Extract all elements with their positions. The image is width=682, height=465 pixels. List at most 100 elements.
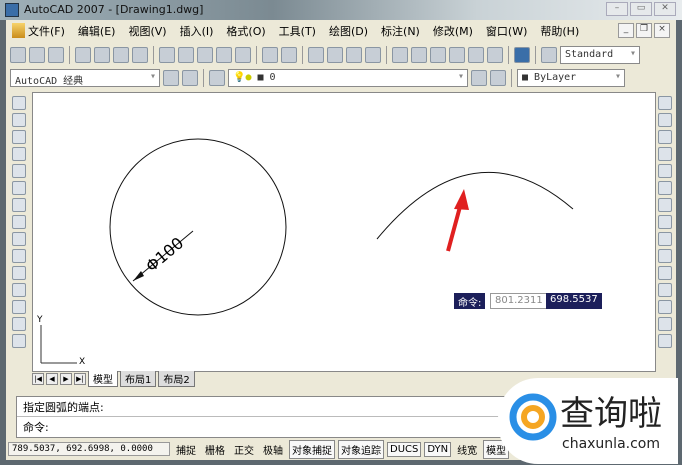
publish-icon[interactable] [113, 47, 129, 63]
workspace-select[interactable]: AutoCAD 经典 [10, 69, 160, 87]
rotate-icon[interactable] [658, 198, 672, 212]
arc-icon[interactable] [12, 181, 26, 195]
osnap-toggle[interactable]: 对象捕捉 [289, 439, 335, 459]
undo-icon[interactable] [262, 47, 278, 63]
snap-toggle[interactable]: 捕捉 [173, 440, 199, 459]
maximize-button[interactable]: ▭ [630, 2, 652, 16]
erase-icon[interactable] [658, 96, 672, 110]
point-icon[interactable] [12, 317, 26, 331]
lineweight-toggle[interactable]: 线宽 [454, 440, 480, 459]
block-editor-icon[interactable] [235, 47, 251, 63]
extend-icon[interactable] [658, 266, 672, 280]
ellipse-icon[interactable] [12, 249, 26, 263]
minimize-button[interactable]: – [606, 2, 628, 16]
doc-restore-button[interactable]: ❐ [636, 23, 652, 38]
new-icon[interactable] [10, 47, 26, 63]
polar-toggle[interactable]: 极轴 [260, 440, 286, 459]
first-tab-button[interactable]: |◀ [32, 373, 44, 385]
tab-layout1[interactable]: 布局1 [120, 371, 157, 387]
document-icon[interactable] [12, 23, 25, 38]
otrack-toggle[interactable]: 对象追踪 [338, 439, 384, 459]
menu-format[interactable]: 格式(O) [226, 23, 265, 39]
menu-help[interactable]: 帮助(H) [540, 23, 579, 39]
design-center-icon[interactable] [411, 47, 427, 63]
zoom-previous-icon[interactable] [365, 47, 381, 63]
zoom-window-icon[interactable] [346, 47, 362, 63]
fillet-icon[interactable] [658, 334, 672, 348]
redo-icon[interactable] [281, 47, 297, 63]
make-current-layer-icon[interactable] [471, 70, 487, 86]
calculator-icon[interactable] [487, 47, 503, 63]
color-select[interactable]: ■ ByLayer [517, 69, 625, 87]
tab-layout2[interactable]: 布局2 [158, 371, 195, 387]
next-tab-button[interactable]: ▶ [60, 373, 72, 385]
layer-previous-icon[interactable] [490, 70, 506, 86]
dyn-toggle[interactable]: DYN [424, 441, 452, 457]
save-icon[interactable] [48, 47, 64, 63]
dynamic-input-x[interactable]: 801.2311 [490, 293, 548, 309]
spline-icon[interactable] [12, 232, 26, 246]
help-icon[interactable] [514, 47, 530, 63]
grid-toggle[interactable]: 栅格 [202, 440, 228, 459]
text-style-icon[interactable] [541, 47, 557, 63]
trim-icon[interactable] [658, 249, 672, 263]
copy-icon[interactable] [178, 47, 194, 63]
last-tab-button[interactable]: ▶| [74, 373, 86, 385]
array-icon[interactable] [658, 164, 672, 178]
properties-icon[interactable] [392, 47, 408, 63]
pan-icon[interactable] [308, 47, 324, 63]
hatch-icon[interactable] [12, 334, 26, 348]
join-icon[interactable] [658, 300, 672, 314]
ducs-toggle[interactable]: DUCS [387, 441, 422, 457]
menu-file[interactable]: 文件(F) [28, 23, 65, 39]
menu-draw[interactable]: 绘图(D) [329, 23, 368, 39]
menu-view[interactable]: 视图(V) [128, 23, 166, 39]
open-icon[interactable] [29, 47, 45, 63]
insert-block-icon[interactable] [12, 283, 26, 297]
polygon-icon[interactable] [12, 147, 26, 161]
paste-icon[interactable] [197, 47, 213, 63]
stretch-icon[interactable] [658, 232, 672, 246]
tab-model[interactable]: 模型 [88, 371, 118, 387]
menu-dimension[interactable]: 标注(N) [381, 23, 420, 39]
move-icon[interactable] [658, 181, 672, 195]
dynamic-input-y[interactable]: 698.5537 [546, 293, 602, 309]
revcloud-icon[interactable] [12, 215, 26, 229]
ortho-toggle[interactable]: 正交 [231, 440, 257, 459]
menu-modify[interactable]: 修改(M) [433, 23, 473, 39]
zoom-realtime-icon[interactable] [327, 47, 343, 63]
preview-icon[interactable] [94, 47, 110, 63]
ellipse-arc-icon[interactable] [12, 266, 26, 280]
copy-object-icon[interactable] [658, 113, 672, 127]
chamfer-icon[interactable] [658, 317, 672, 331]
prev-tab-button[interactable]: ◀ [46, 373, 58, 385]
print-icon[interactable] [75, 47, 91, 63]
scale-icon[interactable] [658, 215, 672, 229]
sheet-set-icon[interactable] [449, 47, 465, 63]
close-button[interactable]: ✕ [654, 2, 676, 16]
construction-line-icon[interactable] [12, 113, 26, 127]
text-style-select[interactable]: Standard [560, 46, 640, 64]
doc-minimize-button[interactable]: _ [618, 23, 634, 38]
mirror-icon[interactable] [658, 130, 672, 144]
drawing-canvas[interactable]: Φ100 X Y [32, 92, 656, 372]
polyline-icon[interactable] [12, 130, 26, 144]
break-icon[interactable] [658, 283, 672, 297]
menu-insert[interactable]: 插入(I) [180, 23, 214, 39]
web-icon[interactable] [132, 47, 148, 63]
menu-edit[interactable]: 编辑(E) [78, 23, 116, 39]
menu-tools[interactable]: 工具(T) [279, 23, 316, 39]
rectangle-icon[interactable] [12, 164, 26, 178]
line-icon[interactable] [12, 96, 26, 110]
circle-icon[interactable] [12, 198, 26, 212]
markup-icon[interactable] [468, 47, 484, 63]
make-block-icon[interactable] [12, 300, 26, 314]
layer-manager-icon[interactable] [209, 70, 225, 86]
workspace-settings-icon[interactable] [163, 70, 179, 86]
menu-window[interactable]: 窗口(W) [486, 23, 527, 39]
layer-select[interactable]: 💡● ■ 0 [228, 69, 468, 87]
tool-palettes-icon[interactable] [430, 47, 446, 63]
cut-icon[interactable] [159, 47, 175, 63]
match-properties-icon[interactable] [216, 47, 232, 63]
workspace-save-icon[interactable] [182, 70, 198, 86]
